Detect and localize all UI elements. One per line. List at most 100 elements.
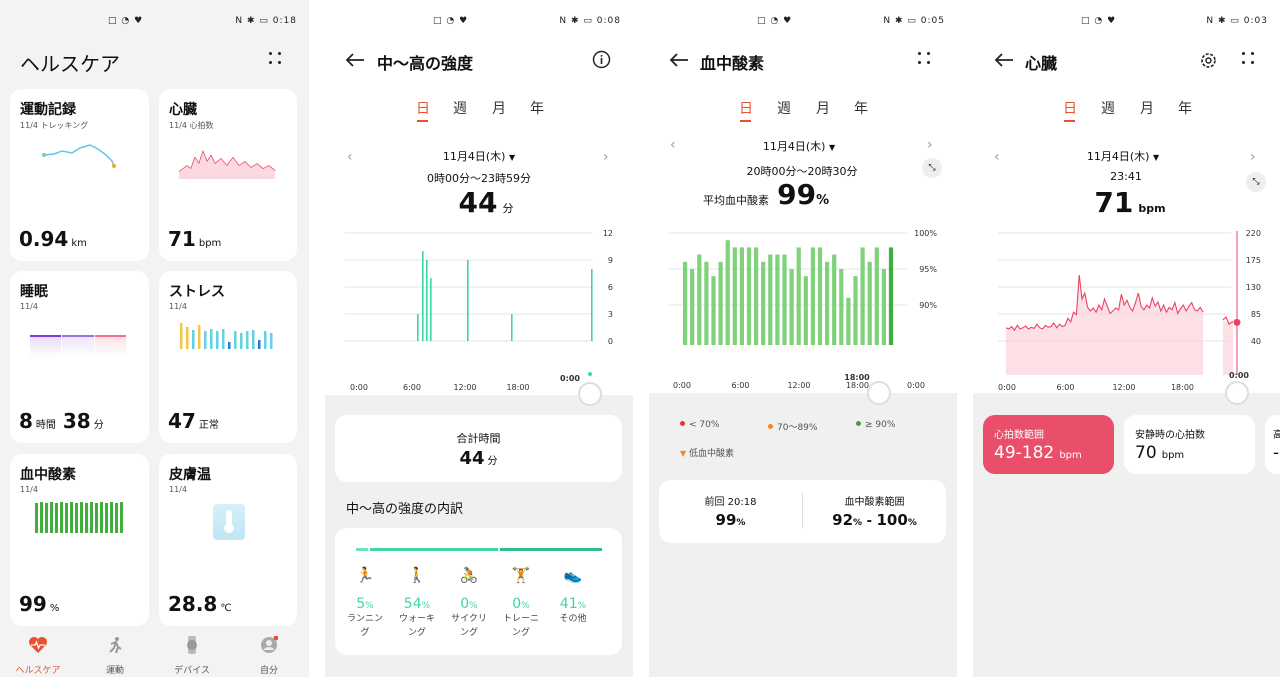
more-icon[interactable] [918, 52, 934, 68]
heart-rate-sparkline [179, 149, 276, 179]
chart-scrub-handle[interactable] [867, 381, 891, 405]
tab-day[interactable]: 日 [416, 98, 430, 118]
heart-icon[interactable] [28, 636, 48, 654]
intensity-bar [417, 314, 419, 341]
profile-icon[interactable] [260, 635, 279, 654]
card-skin-temp[interactable]: 皮膚温 11/4 28.8 ℃ [159, 454, 297, 626]
tab-month[interactable]: 月 [1140, 98, 1154, 118]
x-tick-label: 18:00 [1171, 383, 1194, 392]
intensity-value: 44 分 [458, 186, 514, 219]
more-icon[interactable] [1242, 52, 1258, 68]
spo2-bars [35, 502, 123, 533]
card-exercise[interactable]: 運動記録 11/4 トレッキング 0.94 km [10, 89, 149, 261]
prev-value: 99% [715, 511, 746, 529]
card-stress[interactable]: ストレス 11/4 47 正常 [159, 271, 297, 443]
back-arrow-icon[interactable] [994, 52, 1014, 68]
tab-day[interactable]: 日 [1063, 98, 1077, 118]
x-tick-label: 0:00 [350, 383, 368, 392]
gear-icon[interactable] [1199, 51, 1218, 70]
y-tick-label: 90% [919, 301, 937, 310]
status-icons-right: N ✱ ▭ 0:08 [559, 16, 621, 26]
page-title: 心臓 [1025, 54, 1058, 73]
card-value: 8 時間 38 分 [19, 409, 104, 433]
low-spo2-legend: ▼ 低血中酸素 [680, 449, 735, 459]
resting-hr-label: 安静時の心拍数 [1135, 430, 1205, 441]
tab-year[interactable]: 年 [530, 98, 544, 118]
spo2-bar [725, 240, 730, 345]
activity-pct: 0% [460, 596, 478, 612]
x-tick-label: 12:00 [787, 381, 810, 390]
spo2-screen: □ ◔ ♥ N ✱ ▭ 0:05 血中酸素 日 週 月 年 ‹ › 11月4日(… [649, 0, 957, 677]
card-title: 心臓 [169, 102, 197, 118]
x-tick-label: 0:00 [907, 381, 925, 390]
date-selector[interactable]: 11月4日(木) ▼ [325, 148, 633, 164]
card-sleep[interactable]: 睡眠 11/4 8 時間 38 分 [10, 271, 149, 443]
breakdown-title: 中〜高の強度の内訳 [346, 502, 464, 517]
date-selector[interactable]: 11月4日(木) ▼ [973, 148, 1273, 164]
back-arrow-icon[interactable] [669, 52, 689, 68]
status-icons-right: N ✱ ▭ 0:18 [235, 16, 297, 26]
high-hr-label: 高 [1273, 430, 1280, 441]
total-value: 44 分 [459, 448, 498, 469]
legend-item: < 70% [680, 420, 719, 430]
more-icon[interactable] [269, 52, 285, 68]
card-spo2[interactable]: 血中酸素 11/4 99% [10, 454, 149, 626]
back-arrow-icon[interactable] [345, 52, 365, 68]
page-title: 中〜高の強度 [377, 54, 474, 73]
high-hr-card[interactable]: 高 - [1265, 415, 1280, 474]
nav-health-label[interactable]: ヘルスケア [8, 663, 68, 676]
heart-screen: □ ◔ ♥ N ✱ ▭ 0:03 心臓 日 週 月 年 ‹ › 11月4日(木)… [973, 0, 1280, 677]
breakdown-bar [356, 548, 602, 551]
spo2-bar [768, 254, 773, 345]
spo2-bar [803, 276, 808, 345]
y-tick-label: 175 [1246, 256, 1261, 265]
tab-month[interactable]: 月 [492, 98, 506, 118]
tab-year[interactable]: 年 [1178, 98, 1192, 118]
card-title: ストレス [169, 284, 225, 300]
activity-pct: 5% [356, 596, 374, 612]
x-tick-label: 18:00 [506, 383, 529, 392]
resting-hr-card[interactable]: 安静時の心拍数 70 bpm [1124, 415, 1255, 474]
hr-range-label: 心拍数範囲 [994, 430, 1044, 441]
spo2-bar [789, 269, 794, 345]
card-title: 運動記録 [20, 102, 76, 118]
legend-item: 70〜89% [768, 420, 817, 433]
tab-week[interactable]: 週 [1101, 98, 1115, 118]
nav-device-label[interactable]: デバイス [162, 663, 222, 676]
y-tick-label: 0 [608, 337, 613, 346]
date-selector[interactable]: 11月4日(木) ▼ [649, 138, 949, 154]
tab-week[interactable]: 週 [453, 98, 467, 118]
selected-time: 23:41 [1110, 170, 1142, 183]
spo2-bar [860, 247, 865, 345]
cursor-dot [1233, 318, 1241, 326]
tab-month[interactable]: 月 [816, 98, 830, 118]
breakdown-card: 🏃 5% ランニング 🚶 54% ウォーキング 🚴 0% サイクリング 🏋 0% トレ… [335, 528, 622, 655]
watch-icon[interactable] [185, 636, 199, 654]
chart-scrub-handle[interactable] [1225, 381, 1249, 405]
card-value: 99% [19, 592, 60, 616]
recent-area [1223, 321, 1233, 375]
spo2-bar [810, 247, 815, 345]
spo2-bar [732, 247, 737, 345]
running-icon[interactable] [106, 636, 124, 654]
nav-me-label[interactable]: 自分 [239, 663, 299, 676]
nav-exercise-label[interactable]: 運動 [85, 663, 145, 676]
spo2-bar [761, 261, 766, 345]
intensity-chart: 12 9 6 3 0 0:00 6:00 12:00 18:00 0:00 [345, 229, 613, 392]
spo2-bar [881, 269, 886, 345]
page-title: ヘルスケア [20, 52, 120, 76]
prev-label: 前回 20:18 [704, 497, 757, 508]
status-icons-right: N ✱ ▭ 0:03 [1206, 16, 1268, 26]
activity-name: ランニング [346, 614, 383, 638]
tab-year[interactable]: 年 [854, 98, 868, 118]
running-icon: 🏃 [355, 566, 375, 584]
tab-day[interactable]: 日 [739, 98, 753, 118]
y-tick-label: 6 [608, 283, 613, 292]
info-icon[interactable] [592, 50, 611, 69]
tab-week[interactable]: 週 [777, 98, 791, 118]
card-heart[interactable]: 心臓 11/4 心拍数 71 bpm [159, 89, 297, 261]
card-subtitle: 11/4 トレッキング [20, 121, 89, 130]
hr-range-card[interactable]: 心拍数範囲 49-182 bpm [983, 415, 1114, 474]
chart-scrub-handle[interactable] [578, 382, 602, 406]
cursor-dot [588, 372, 592, 376]
